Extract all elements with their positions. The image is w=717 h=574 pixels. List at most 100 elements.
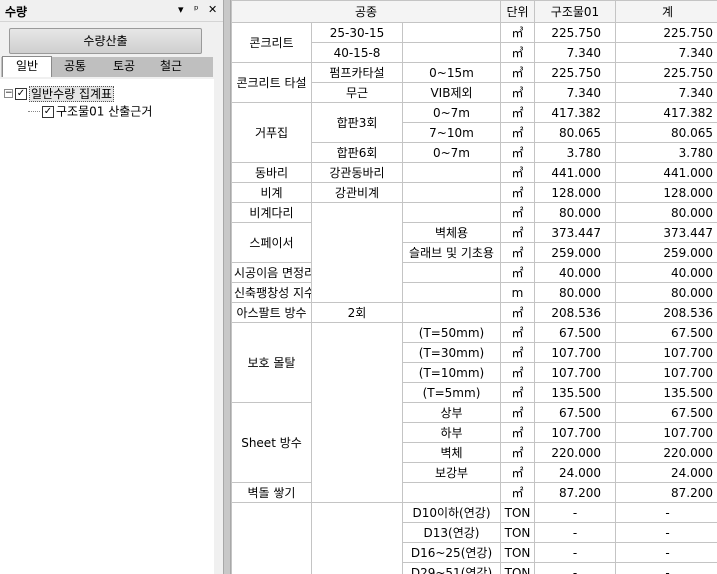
cell-total: 107.700 bbox=[615, 342, 717, 363]
pin-icon[interactable]: ᵖ bbox=[194, 2, 199, 18]
cell-unit: TON bbox=[500, 522, 535, 543]
cell-total: 7.340 bbox=[615, 82, 717, 103]
cell-unit: TON bbox=[500, 562, 535, 574]
cell-total: 208.536 bbox=[615, 302, 717, 323]
cell-detail: D16~25(연강) bbox=[402, 542, 501, 563]
cell-category: 시공이음 면정리 bbox=[231, 262, 312, 283]
cell-value: 128.000 bbox=[534, 182, 616, 203]
quantity-calc-button[interactable]: 수량산출 bbox=[9, 28, 202, 54]
cell-detail: 0~15m bbox=[402, 62, 501, 83]
cell-unit: ㎡ bbox=[500, 262, 535, 283]
tab-earthwork[interactable]: 토공 bbox=[104, 57, 144, 77]
collapse-icon[interactable]: − bbox=[4, 89, 13, 98]
cell-detail: 하부 bbox=[402, 422, 501, 443]
cell-unit: ㎡ bbox=[500, 402, 535, 423]
cell-total: - bbox=[615, 562, 717, 574]
cell-detail: 상부 bbox=[402, 402, 501, 423]
cell-detail bbox=[402, 262, 501, 283]
tree-node-root[interactable]: − ✓ 일반수량 집계표 bbox=[4, 84, 115, 102]
cell-value: 107.700 bbox=[534, 342, 616, 363]
cell-category: 신축팽창성 지수재 bbox=[231, 282, 312, 303]
cell-total: 220.000 bbox=[615, 442, 717, 463]
cell-spec bbox=[311, 202, 403, 303]
cell-detail bbox=[402, 282, 501, 303]
cell-unit: ㎡ bbox=[500, 102, 535, 123]
cell-value: 40.000 bbox=[534, 262, 616, 283]
dropdown-icon[interactable]: ▾ bbox=[178, 2, 184, 18]
cell-total: - bbox=[615, 522, 717, 543]
table-row[interactable]: Sheet 방수 상부 ㎡ 67.500 67.500 bbox=[231, 402, 717, 483]
table-row[interactable]: 아스팔트 방수 2회 ㎡ 208.536 208.536 bbox=[231, 302, 717, 323]
table-header-row: 공종 단위 구조물01 계 bbox=[231, 0, 717, 23]
cell-value: 441.000 bbox=[534, 162, 616, 183]
cell-value: 3.780 bbox=[534, 142, 616, 163]
table-row[interactable]: 스페이서 벽체용 ㎡ 373.447 373.447 bbox=[231, 222, 717, 263]
cell-detail: 벽체용 bbox=[402, 222, 501, 243]
cell-value: 220.000 bbox=[534, 442, 616, 463]
table-row[interactable]: 비계다리 ㎡ 80.000 80.000 bbox=[231, 202, 717, 303]
cell-total: 441.000 bbox=[615, 162, 717, 183]
cell-detail bbox=[402, 202, 501, 223]
tab-rebar[interactable]: 철근 bbox=[151, 57, 191, 77]
cell-value: 135.500 bbox=[534, 382, 616, 403]
cell-value: - bbox=[534, 542, 616, 563]
summary-table: 공종 단위 구조물01 계 콘크리트 25-30-15 ㎥ 225.750 22… bbox=[231, 0, 717, 574]
cell-value: 373.447 bbox=[534, 222, 616, 243]
cell-category: 콘크리트 타설 bbox=[231, 62, 312, 103]
cell-value: 107.700 bbox=[534, 362, 616, 383]
cell-unit: ㎡ bbox=[500, 122, 535, 143]
tab-general[interactable]: 일반 bbox=[2, 56, 52, 77]
cell-category: 거푸집 bbox=[231, 102, 312, 163]
cell-total: 135.500 bbox=[615, 382, 717, 403]
cell-spec: 40-15-8 bbox=[311, 42, 403, 63]
cell-unit: TON bbox=[500, 542, 535, 563]
cell-unit: ㎥ bbox=[500, 82, 535, 103]
cell-unit: TON bbox=[500, 502, 535, 523]
cell-total: 67.500 bbox=[615, 322, 717, 343]
checkbox-icon[interactable]: ✓ bbox=[42, 105, 54, 118]
summary-grid: 공종 단위 구조물01 계 콘크리트 25-30-15 ㎥ 225.750 22… bbox=[231, 0, 717, 574]
checkbox-icon[interactable]: ✓ bbox=[15, 87, 27, 100]
cell-detail: 0~7m bbox=[402, 142, 501, 163]
cell-spec: 펌프카타설 bbox=[311, 62, 403, 83]
panel-title: 수량 bbox=[5, 5, 28, 19]
table-row[interactable]: 벽돌 쌓기 ㎡ 87.200 87.200 bbox=[231, 482, 717, 503]
cell-value: 67.500 bbox=[534, 402, 616, 423]
tree-node-child[interactable]: ✓ 구조물01 산출근거 bbox=[0, 102, 152, 120]
cell-detail: VIB제외 bbox=[402, 82, 501, 103]
table-row[interactable]: 시공이음 면정리 ㎡ 40.000 40.000 bbox=[231, 262, 717, 283]
table-row[interactable]: 콘크리트 타설 펌프카타설 0~15m ㎥ 225.750 225.750 bbox=[231, 62, 717, 103]
cell-category: 동바리 bbox=[231, 162, 312, 183]
cell-detail: 벽체 bbox=[402, 442, 501, 463]
cell-total: 417.382 bbox=[615, 102, 717, 123]
table-row[interactable]: 신축팽창성 지수재 m 80.000 80.000 bbox=[231, 282, 717, 303]
table-row[interactable]: 동바리 강관동바리 ㎥ 441.000 441.000 bbox=[231, 162, 717, 183]
cell-total: 24.000 bbox=[615, 462, 717, 483]
panel-splitter[interactable] bbox=[223, 0, 231, 574]
cell-detail: D29~51(연강) bbox=[402, 562, 501, 574]
cell-detail: 슬래브 및 기초용 bbox=[402, 242, 501, 263]
table-row[interactable]: D10이하(연강) TON - - bbox=[231, 502, 717, 574]
cell-total: - bbox=[615, 542, 717, 563]
cell-unit: ㎡ bbox=[500, 382, 535, 403]
cell-value: 107.700 bbox=[534, 422, 616, 443]
quantity-tree: − ✓ 일반수량 집계표 ✓ 구조물01 산출근거 bbox=[0, 79, 214, 574]
cell-detail bbox=[402, 482, 501, 503]
table-row[interactable]: 거푸집 합판3회 0~7m ㎡ 417.382 417.382 bbox=[231, 102, 717, 163]
tab-common[interactable]: 공통 bbox=[55, 57, 95, 77]
cell-unit: ㎥ bbox=[500, 162, 535, 183]
cell-unit: ㎡ bbox=[500, 142, 535, 163]
cell-total: 7.340 bbox=[615, 42, 717, 63]
table-row[interactable]: 보호 몰탈 (T=50mm) ㎡ 67.500 67.500 bbox=[231, 322, 717, 503]
cell-total: 373.447 bbox=[615, 222, 717, 243]
table-row[interactable]: 콘크리트 25-30-15 ㎥ 225.750 225.750 bbox=[231, 22, 717, 63]
cell-unit: ㎡ bbox=[500, 182, 535, 203]
header-structure01: 구조물01 bbox=[534, 0, 616, 23]
tab-strip: 일반 공통 토공 철근 bbox=[1, 56, 213, 77]
table-row[interactable]: 비계 강관비계 ㎡ 128.000 128.000 bbox=[231, 182, 717, 203]
cell-spec: 강관비계 bbox=[311, 182, 403, 203]
close-icon[interactable]: ✕ bbox=[208, 2, 217, 18]
cell-category bbox=[231, 502, 312, 574]
tree-child-label[interactable]: 구조물01 산출근거 bbox=[56, 105, 152, 119]
tree-root-label[interactable]: 일반수량 집계표 bbox=[29, 85, 115, 102]
